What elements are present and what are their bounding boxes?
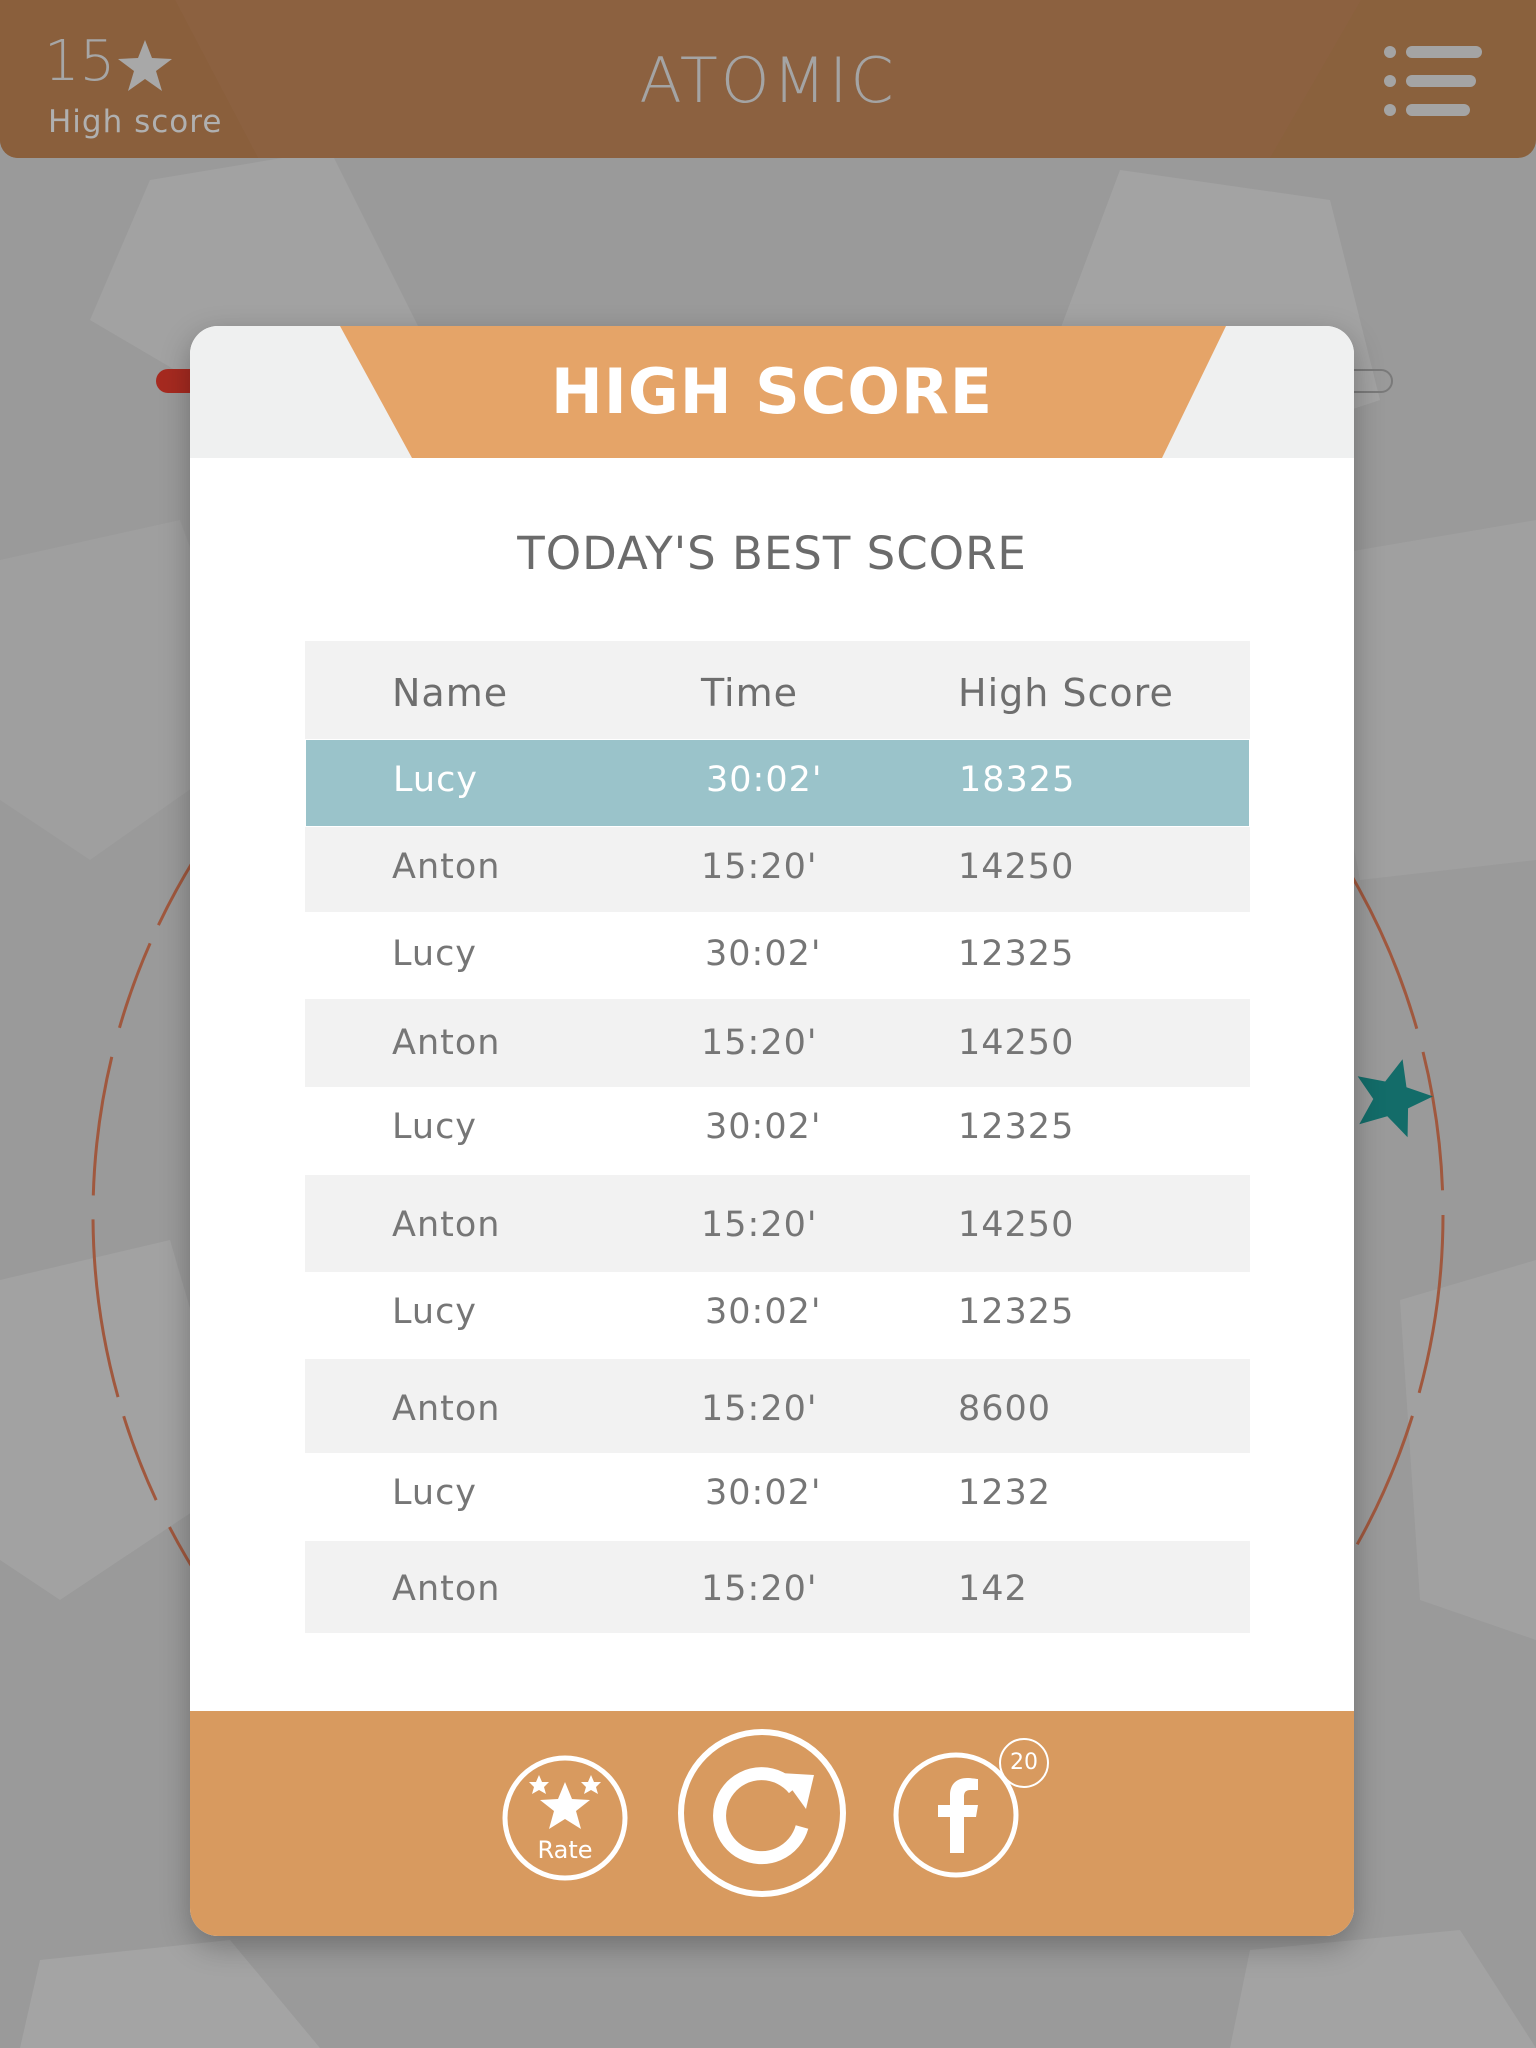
row-time: 15:20' (701, 1389, 818, 1429)
row-score: 142 (958, 1569, 1028, 1609)
list-menu-icon[interactable] (1382, 44, 1482, 118)
table-row[interactable]: Anton 15:20' 14250 (305, 999, 1250, 1087)
column-header-time: Time (701, 671, 798, 715)
row-time: 15:20' (701, 1569, 818, 1609)
table-row[interactable]: Lucy 30:02' 18325 (305, 739, 1250, 827)
row-score: 8600 (958, 1389, 1052, 1429)
high-score-dialog: HIGH SCORE TODAY'S BEST SCORE Name Time … (190, 326, 1354, 1936)
row-name: Anton (392, 1389, 501, 1429)
row-time: 15:20' (701, 1205, 818, 1245)
column-header-score: High Score (958, 671, 1174, 715)
table-row[interactable]: Anton 15:20' 142 (305, 1541, 1250, 1633)
row-name: Lucy (392, 1292, 478, 1332)
score-table: Name Time High Score Lucy 30:02' 18325 A… (305, 641, 1250, 1633)
row-score: 14250 (958, 1205, 1075, 1245)
row-name: Lucy (392, 1107, 478, 1147)
rate-button[interactable]: Rate (501, 1754, 629, 1882)
app-title: ATOMIC (639, 44, 897, 117)
table-row[interactable]: Anton 15:20' 8600 (305, 1359, 1250, 1453)
dialog-header: HIGH SCORE (190, 326, 1354, 458)
table-row[interactable]: Lucy 30:02' 12325 (305, 1272, 1250, 1359)
row-score: 1232 (958, 1473, 1052, 1513)
row-time: 15:20' (701, 847, 818, 887)
row-time: 15:20' (701, 1023, 818, 1063)
row-time: 30:02' (705, 1292, 822, 1332)
table-row[interactable]: Anton 15:20' 14250 (305, 827, 1250, 912)
table-row[interactable]: Lucy 30:02' 12325 (305, 1087, 1250, 1175)
row-score: 14250 (958, 1023, 1075, 1063)
table-row[interactable]: Anton 15:20' 14250 (305, 1175, 1250, 1272)
row-score: 18325 (959, 760, 1076, 800)
row-score: 14250 (958, 847, 1075, 887)
row-name: Lucy (392, 934, 478, 974)
replay-icon (678, 1729, 846, 1897)
row-time: 30:02' (706, 760, 823, 800)
row-time: 30:02' (705, 1107, 822, 1147)
facebook-count-badge: 20 (999, 1738, 1049, 1788)
row-name: Anton (392, 1205, 501, 1245)
table-header: Name Time High Score (305, 641, 1250, 739)
column-header-name: Name (392, 671, 509, 715)
row-name: Anton (392, 847, 501, 887)
rate-label: Rate (537, 1836, 593, 1864)
row-name: Anton (392, 1023, 501, 1063)
dialog-subtitle: TODAY'S BEST SCORE (517, 527, 1027, 580)
row-name: Lucy (393, 760, 479, 800)
row-time: 30:02' (705, 934, 822, 974)
row-score: 12325 (958, 1107, 1075, 1147)
dialog-footer: Rate (190, 1711, 1354, 1936)
row-time: 30:02' (705, 1473, 822, 1513)
table-row[interactable]: Lucy 30:02' 12325 (305, 912, 1250, 999)
dialog-title: HIGH SCORE (550, 355, 994, 428)
row-name: Anton (392, 1569, 501, 1609)
row-score: 12325 (958, 934, 1075, 974)
table-row[interactable]: Lucy 30:02' 1232 (305, 1453, 1250, 1541)
replay-button[interactable] (676, 1727, 848, 1899)
row-score: 12325 (958, 1292, 1075, 1332)
top-bar: 15 High score ATOMIC (0, 0, 1536, 158)
row-name: Lucy (392, 1473, 478, 1513)
